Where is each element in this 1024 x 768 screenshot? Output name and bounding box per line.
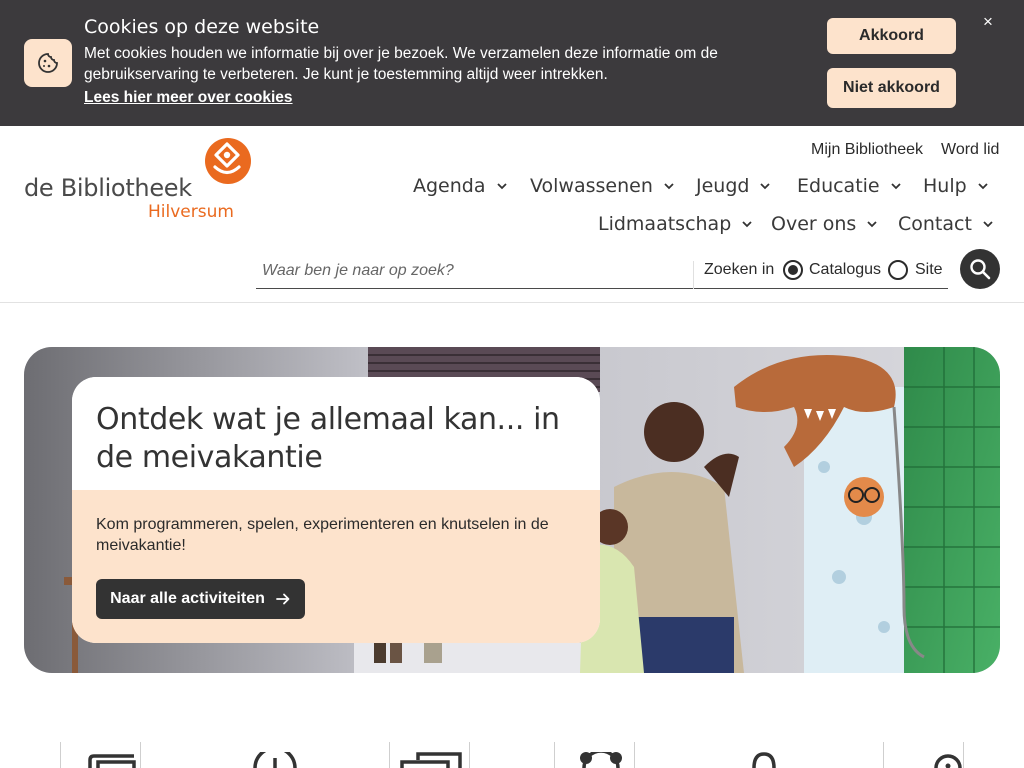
- logo-main-text: de Bibliotheek: [24, 174, 192, 202]
- cookie-title: Cookies op deze website: [84, 16, 320, 38]
- search-button[interactable]: [960, 249, 1000, 289]
- chevron-down-icon: [741, 218, 753, 230]
- chevron-down-icon: [663, 180, 675, 192]
- logo-sub-text: Hilversum: [148, 202, 234, 222]
- chevron-down-icon: [890, 180, 902, 192]
- divider: [60, 742, 61, 768]
- cookie-decline-button[interactable]: Niet akkoord: [827, 68, 956, 108]
- hero-title: Ontdek wat je allemaal kan... in de meiv…: [96, 402, 560, 475]
- logo[interactable]: de Bibliotheek Hilversum: [24, 136, 256, 226]
- hero-card-body: Kom programmeren, spelen, experimenteren…: [72, 490, 600, 643]
- chevron-down-icon: [496, 180, 508, 192]
- arrow-right-icon: [275, 593, 290, 605]
- divider: [389, 742, 390, 768]
- chevron-down-icon: [759, 180, 771, 192]
- nav-lidmaatschap[interactable]: Lidmaatschap: [598, 210, 753, 238]
- search-divider: [693, 261, 694, 289]
- divider: [883, 742, 884, 768]
- nav-jeugd[interactable]: Jeugd: [696, 172, 771, 200]
- search-input[interactable]: [262, 259, 682, 283]
- nav-label: Lidmaatschap: [598, 213, 732, 235]
- divider: [634, 742, 635, 768]
- book-icon[interactable]: [84, 752, 140, 768]
- cookie-accept-button[interactable]: Akkoord: [827, 18, 956, 54]
- all-activities-button[interactable]: Naar alle activiteiten: [96, 579, 305, 619]
- nav-agenda[interactable]: Agenda: [413, 172, 508, 200]
- become-member-link[interactable]: Word lid: [941, 141, 999, 159]
- chevron-down-icon: [977, 180, 989, 192]
- computer-icon[interactable]: [398, 752, 464, 768]
- radio-site-label[interactable]: Site: [915, 261, 943, 279]
- chevron-down-icon: [982, 218, 994, 230]
- cookie-banner: Cookies op deze website Met cookies houd…: [0, 0, 1024, 126]
- nav-label: Hulp: [923, 175, 967, 197]
- hero-card: Ontdek wat je allemaal kan... in de meiv…: [72, 377, 600, 643]
- radio-catalogus-label[interactable]: Catalogus: [809, 261, 881, 279]
- nav-label: Agenda: [413, 175, 486, 197]
- search-bar: Zoeken in Catalogus Site: [256, 255, 948, 289]
- hero-card-header: Ontdek wat je allemaal kan... in de meiv…: [72, 377, 600, 490]
- cookie-more-info-link[interactable]: Lees hier meer over cookies: [84, 89, 293, 107]
- library-logo-icon: [205, 138, 251, 184]
- divider: [554, 742, 555, 768]
- nav-label: Volwassenen: [530, 175, 653, 197]
- radio-catalogus[interactable]: [783, 260, 803, 280]
- nav-contact[interactable]: Contact: [898, 210, 994, 238]
- nav-label: Over ons: [771, 213, 857, 235]
- nav-hulp[interactable]: Hulp: [923, 172, 989, 200]
- divider: [140, 742, 141, 768]
- nav-label: Contact: [898, 213, 972, 235]
- site-header: de Bibliotheek Hilversum Mijn Bibliothee…: [0, 126, 1024, 303]
- my-library-link[interactable]: Mijn Bibliotheek: [811, 141, 923, 159]
- search-scope-label: Zoeken in: [704, 261, 775, 278]
- search-icon: [970, 259, 991, 280]
- help-icon[interactable]: [932, 752, 964, 768]
- nav-volwassenen[interactable]: Volwassenen: [530, 172, 675, 200]
- clock-icon[interactable]: [252, 752, 298, 768]
- nav-label: Educatie: [797, 175, 880, 197]
- nav-educatie[interactable]: Educatie: [797, 172, 902, 200]
- hero-text: Kom programmeren, spelen, experimenteren…: [96, 516, 549, 554]
- divider: [469, 742, 470, 768]
- close-icon[interactable]: ×: [979, 12, 997, 34]
- location-pin-icon[interactable]: [750, 752, 778, 768]
- cookie-text: Met cookies houden we informatie bij ove…: [84, 45, 718, 83]
- cookie-icon: [24, 39, 72, 87]
- radio-site[interactable]: [888, 260, 908, 280]
- nav-over-ons[interactable]: Over ons: [771, 210, 878, 238]
- nav-label: Jeugd: [696, 175, 750, 197]
- all-activities-label: Naar alle activiteiten: [110, 590, 265, 607]
- alarm-clock-icon[interactable]: [578, 752, 624, 768]
- quick-links-row: [0, 742, 1024, 768]
- chevron-down-icon: [866, 218, 878, 230]
